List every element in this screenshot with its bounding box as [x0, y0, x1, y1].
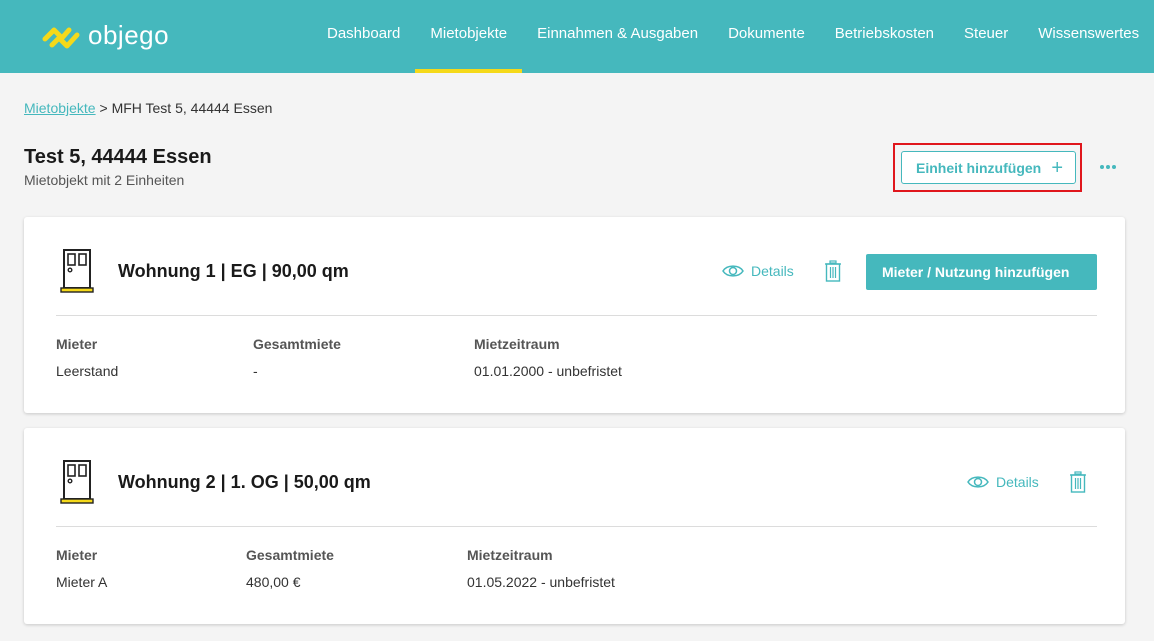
door-icon — [60, 249, 94, 293]
tenant-value: Leerstand — [56, 363, 119, 379]
eye-icon — [722, 265, 744, 277]
more-options-icon[interactable] — [1098, 157, 1118, 177]
nav-item-wissenswertes[interactable]: Wissenswertes — [1023, 0, 1154, 73]
breadcrumb: Mietobjekte > MFH Test 5, 44444 Essen — [24, 100, 272, 116]
breadcrumb-current: MFH Test 5, 44444 Essen — [111, 100, 273, 116]
column-label-tenant: Mieter — [56, 547, 98, 563]
nav-item-mietobjekte[interactable]: Mietobjekte — [415, 0, 522, 73]
eye-icon — [967, 476, 989, 488]
details-label: Details — [996, 474, 1039, 490]
objego-logo-icon — [42, 27, 80, 48]
add-unit-button[interactable]: Einheit hinzufügen + — [901, 151, 1076, 184]
details-link[interactable]: Details — [722, 263, 794, 279]
details-label: Details — [751, 263, 794, 279]
nav-item-dashboard[interactable]: Dashboard — [312, 0, 415, 73]
add-unit-label: Einheit hinzufügen — [916, 159, 1042, 176]
unit-title: Wohnung 2 | 1. OG | 50,00 qm — [118, 472, 371, 492]
page-subtitle: Mietobjekt mit 2 Einheiten — [24, 172, 185, 188]
unit-card-1: Wohnung 1 | EG | 90,00 qm Details Mieter… — [24, 217, 1125, 413]
rent-value: - — [253, 363, 258, 379]
column-label-rent: Gesamtmiete — [253, 336, 341, 352]
door-icon — [60, 460, 94, 504]
period-value: 01.01.2000 - unbefristet — [474, 363, 622, 379]
highlight-box: Einheit hinzufügen + — [893, 143, 1082, 192]
tenant-value: Mieter A — [56, 574, 108, 590]
divider — [56, 315, 1097, 316]
nav-item-steuer[interactable]: Steuer — [949, 0, 1023, 73]
brand-name: objego — [88, 20, 170, 50]
trash-icon[interactable] — [1069, 471, 1087, 493]
breadcrumb-separator: > — [99, 100, 108, 116]
main-nav: Dashboard Mietobjekte Einnahmen & Ausgab… — [312, 0, 1154, 73]
trash-icon[interactable] — [824, 260, 842, 282]
unit-card-2: Wohnung 2 | 1. OG | 50,00 qm Details Mie… — [24, 428, 1125, 624]
page-title: Test 5, 44444 Essen — [24, 146, 212, 168]
nav-item-betriebskosten[interactable]: Betriebskosten — [820, 0, 949, 73]
brand-logo[interactable]: objego — [42, 20, 169, 51]
add-tenant-button[interactable]: Mieter / Nutzung hinzufügen — [866, 254, 1097, 290]
period-value: 01.05.2022 - unbefristet — [467, 574, 615, 590]
nav-item-einnahmen-ausgaben[interactable]: Einnahmen & Ausgaben — [522, 0, 713, 73]
divider — [56, 526, 1097, 527]
rent-value: 480,00 € — [246, 574, 301, 590]
breadcrumb-link-mietobjekte[interactable]: Mietobjekte — [24, 100, 96, 116]
column-label-tenant: Mieter — [56, 336, 98, 352]
column-label-period: Mietzeitraum — [474, 336, 560, 352]
plus-icon: + — [1051, 157, 1063, 179]
details-link[interactable]: Details — [967, 474, 1039, 490]
top-navigation-bar: objego Dashboard Mietobjekte Einnahmen &… — [0, 0, 1154, 73]
column-label-rent: Gesamtmiete — [246, 547, 334, 563]
nav-item-dokumente[interactable]: Dokumente — [713, 0, 820, 73]
column-label-period: Mietzeitraum — [467, 547, 553, 563]
unit-title: Wohnung 1 | EG | 90,00 qm — [118, 261, 349, 281]
